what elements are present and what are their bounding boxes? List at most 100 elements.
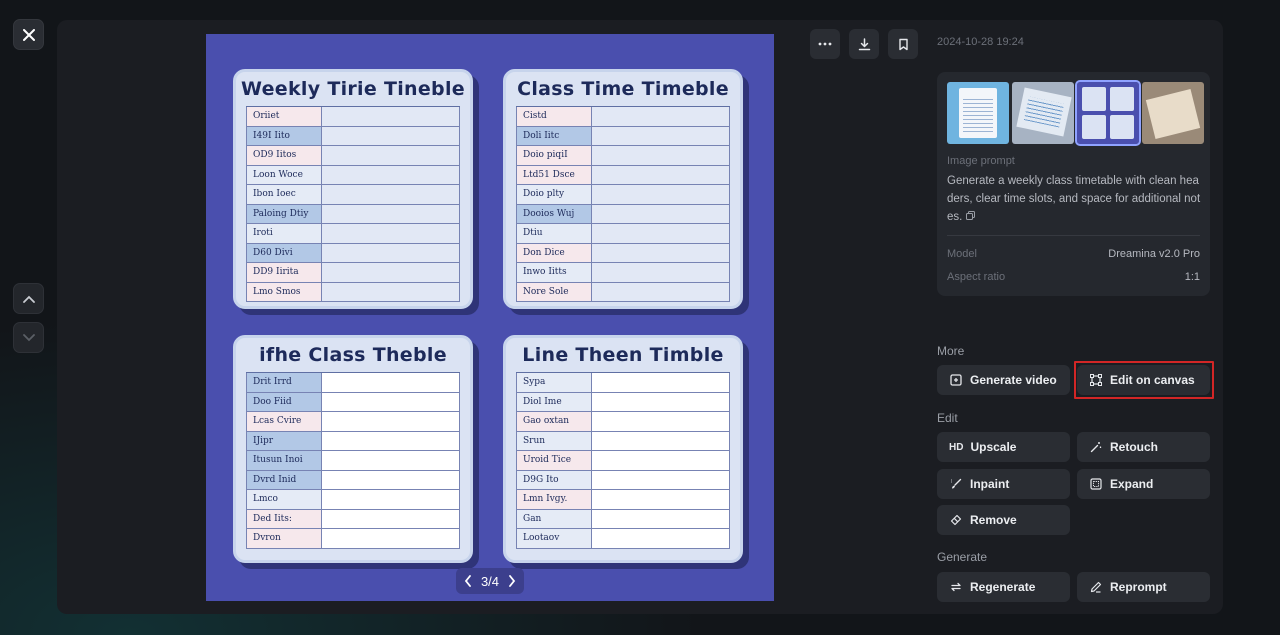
chevron-right-icon[interactable] (508, 575, 516, 587)
close-button[interactable] (13, 19, 44, 50)
timetable-row: Uroid Tice (516, 451, 730, 471)
timetable-row: Inwo Iitts (516, 263, 730, 283)
generate-video-button[interactable]: Generate video (937, 365, 1070, 395)
download-icon (858, 37, 870, 50)
timetable-card: Class Time Timeble Cistd Doli Iitc Doio piq… (503, 69, 743, 309)
brush-icon (949, 477, 963, 491)
remove-button[interactable]: Remove (937, 505, 1070, 535)
timetable-empty-cell (322, 373, 460, 392)
chevron-left-icon[interactable] (464, 575, 472, 587)
timetable-empty-cell (322, 243, 460, 262)
timetable-row: I49I Iito (246, 126, 460, 146)
timetable-row: Dvron (246, 529, 460, 549)
thumbnail-1[interactable] (947, 82, 1009, 144)
timetable-row-label: Lmco (246, 490, 322, 509)
model-row: Model Dreamina v2.0 Pro (947, 248, 1200, 260)
magic-wand-icon (1089, 440, 1103, 454)
timetable-row: Nore Sole (516, 282, 730, 302)
timetable-empty-cell (322, 529, 460, 548)
retouch-button[interactable]: Retouch (1077, 432, 1210, 462)
timetable-row: Doio piqiI (516, 146, 730, 166)
timetable-row-label: Loon Woce (246, 165, 322, 184)
timetable-row-label: DD9 Iirita (246, 263, 322, 282)
timetable-row-label: Oriiet (246, 107, 322, 126)
thumbnail-2[interactable] (1012, 82, 1074, 144)
previous-image-button[interactable] (13, 283, 44, 314)
timetable-row: Don Dice (516, 243, 730, 263)
chevron-down-icon (22, 333, 35, 341)
timetable-row: Paloing Dtiy (246, 204, 460, 224)
aspect-ratio-row: Aspect ratio 1:1 (947, 271, 1200, 283)
timetable-title: Class Time Timeble (517, 78, 729, 100)
bookmark-icon (898, 38, 908, 50)
timetable-title: Weekly Tirie Tineble (241, 78, 465, 100)
timetable-row: Itusun Inoi (246, 451, 460, 471)
timetable-row: Dooios Wuj (516, 204, 730, 224)
timetable-empty-cell (592, 243, 730, 262)
timetable-row: Oriiet (246, 107, 460, 127)
timetable-row-label: Ded Iits: (246, 509, 322, 528)
timetable-empty-cell (592, 451, 730, 470)
thumbnail-4[interactable] (1142, 82, 1204, 144)
timetable-row-label: Lcas Cvire (246, 412, 322, 431)
timetable-empty-cell (592, 126, 730, 145)
download-button[interactable] (849, 29, 879, 59)
timetable-row: Lmco (246, 490, 460, 510)
timetable-empty-cell (592, 263, 730, 282)
inpaint-label: Inpaint (970, 477, 1010, 491)
timetable-row: Dvrd Inid (246, 470, 460, 490)
close-icon (22, 28, 35, 41)
reprompt-button[interactable]: Reprompt (1077, 572, 1210, 602)
inpaint-button[interactable]: Inpaint (937, 469, 1070, 499)
remove-label: Remove (970, 513, 1017, 527)
next-image-button[interactable] (13, 322, 44, 353)
reprompt-label: Reprompt (1110, 580, 1167, 594)
expand-label: Expand (1110, 477, 1154, 491)
upscale-label: Upscale (970, 440, 1017, 454)
aspect-ratio-key: Aspect ratio (947, 271, 1006, 283)
thumbnail-3[interactable] (1075, 80, 1141, 146)
copy-icon[interactable] (965, 211, 975, 220)
timetable-card: Line Theen Timble Sypa Diol Ime Gao oxtan Sr… (503, 335, 743, 563)
prompt-label: Image prompt (947, 155, 1015, 167)
upscale-button[interactable]: HD Upscale (937, 432, 1070, 462)
timetable-row-label: Sypa (516, 373, 592, 392)
timetable-row: Doio plty (516, 185, 730, 205)
more-options-button[interactable] (810, 29, 840, 59)
hd-icon: HD (949, 441, 964, 453)
timetable-empty-cell (592, 509, 730, 528)
image-pager: 3/4 (456, 568, 524, 594)
timetable-empty-cell (592, 529, 730, 548)
pager-count: 3/4 (480, 573, 500, 589)
timetable-row-label: Doli Iitc (516, 126, 592, 145)
timetable-row: D9G Ito (516, 470, 730, 490)
timetable-row: Sypa (516, 373, 730, 393)
timetable-empty-cell (322, 126, 460, 145)
expand-button[interactable]: Expand (1077, 469, 1210, 499)
timetable-row-label: Cistd (516, 107, 592, 126)
timetable-row: Lmn Ivgy. (516, 490, 730, 510)
timetable-row-label: Uroid Tice (516, 451, 592, 470)
timetable-row-label: Diol Ime (516, 392, 592, 411)
edit-section-label: Edit (937, 411, 958, 425)
timetable-row-label: OD9 Iitos (246, 146, 322, 165)
timetable-row-label: Lootaov (516, 529, 592, 548)
timetable-row-label: Don Dice (516, 243, 592, 262)
timetable-empty-cell (322, 224, 460, 243)
timetable-empty-cell (322, 204, 460, 223)
timetable-empty-cell (592, 165, 730, 184)
timetable-row: D60 Divi (246, 243, 460, 263)
expand-icon (1089, 477, 1103, 491)
timetable-row-label: Lmo Smos (246, 282, 322, 301)
pencil-icon (1089, 580, 1103, 594)
timetable-row-label: Doio piqiI (516, 146, 592, 165)
timetable-grid: Drit Irrd Doo Fiid Lcas Cvire IJipr Itusun … (246, 372, 460, 549)
timetable-row: IJipr (246, 431, 460, 451)
timetable-row-label: Nore Sole (516, 282, 592, 301)
timetable-row: Doo Fiid (246, 392, 460, 412)
bookmark-button[interactable] (888, 29, 918, 59)
timetable-empty-cell (592, 185, 730, 204)
timetable-title: Line Theen Timble (522, 344, 724, 366)
regenerate-button[interactable]: Regenerate (937, 572, 1070, 602)
timetable-row: Loon Woce (246, 165, 460, 185)
